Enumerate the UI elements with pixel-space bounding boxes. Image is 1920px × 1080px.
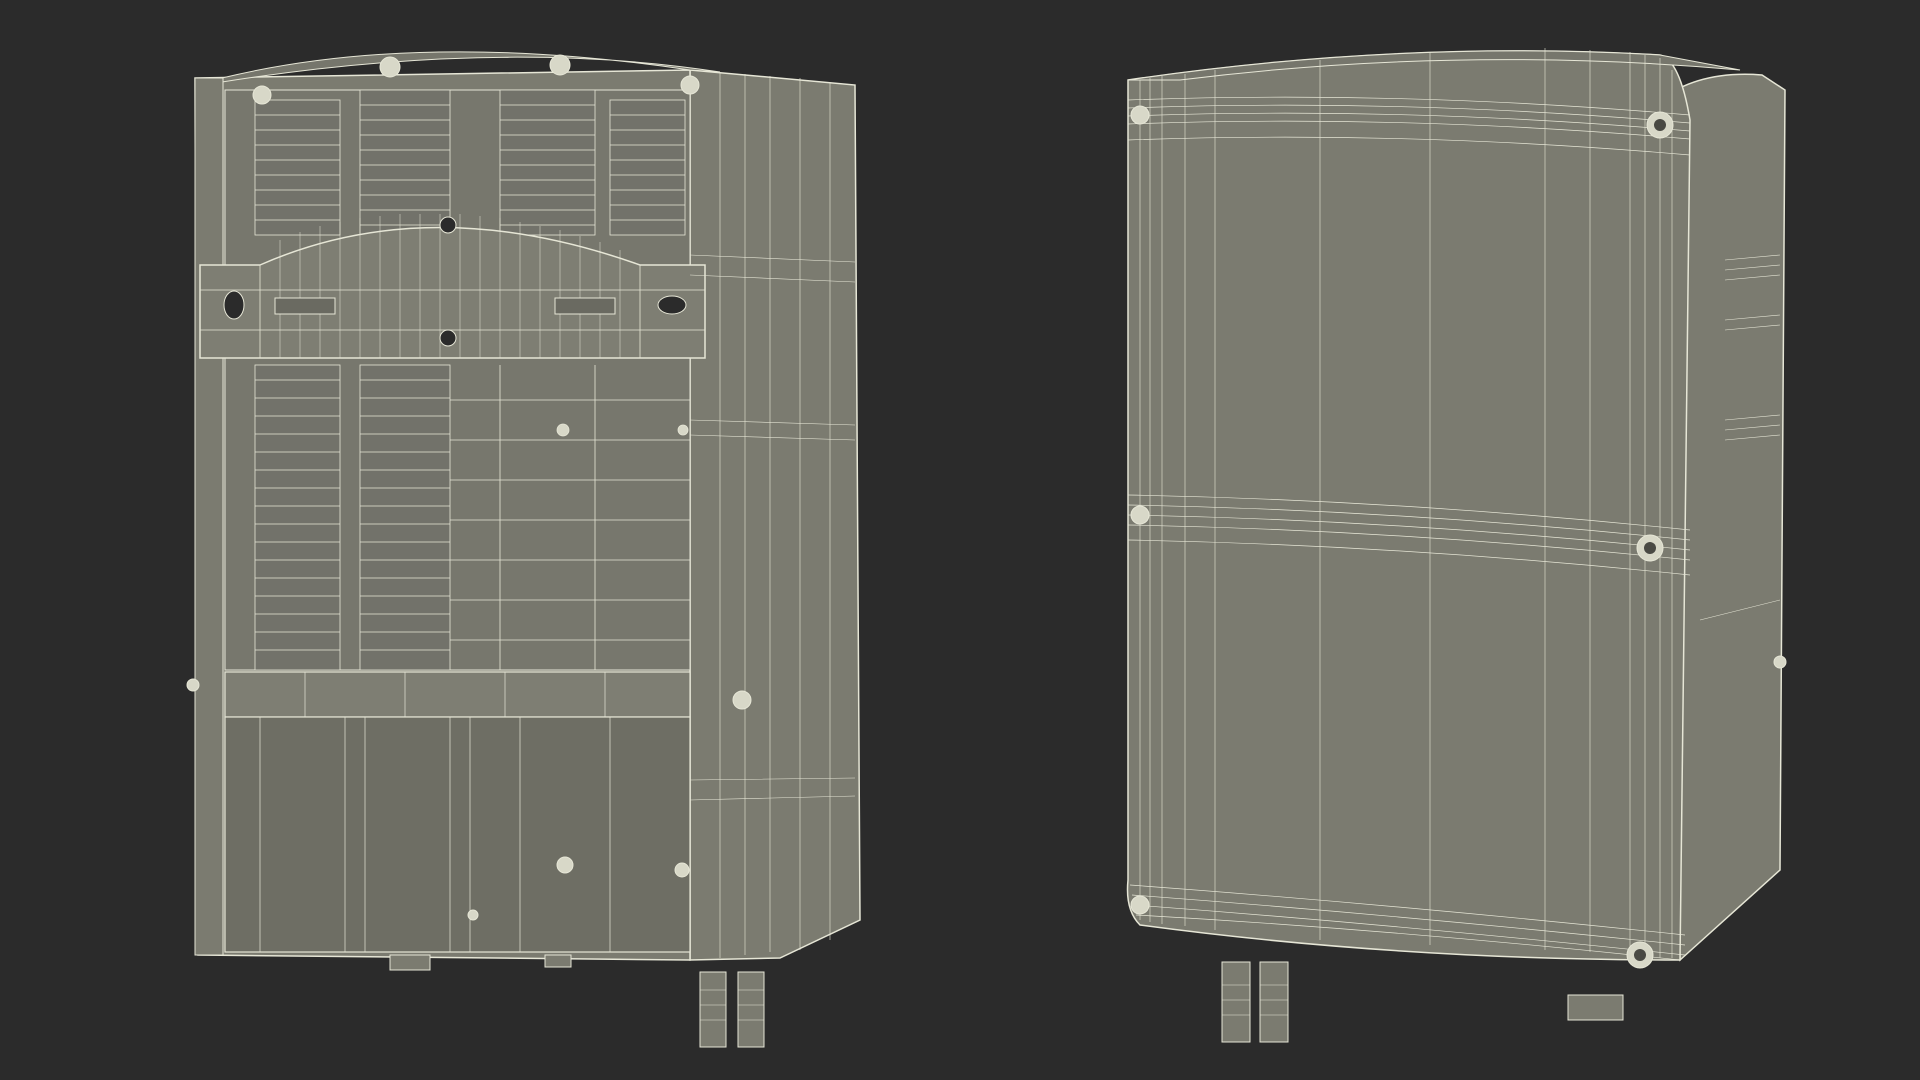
left-unit-left-rail bbox=[194, 77, 224, 956]
left-unit-lower-compartment bbox=[224, 716, 691, 953]
inverter-front-view bbox=[1126, 48, 1787, 1043]
left-unit-side-panel bbox=[689, 69, 861, 961]
right-unit-front-face bbox=[1126, 50, 1691, 961]
render-viewport bbox=[0, 0, 1920, 1080]
left-unit-trim-band bbox=[224, 671, 691, 718]
inverter-back-view bbox=[186, 51, 861, 1048]
